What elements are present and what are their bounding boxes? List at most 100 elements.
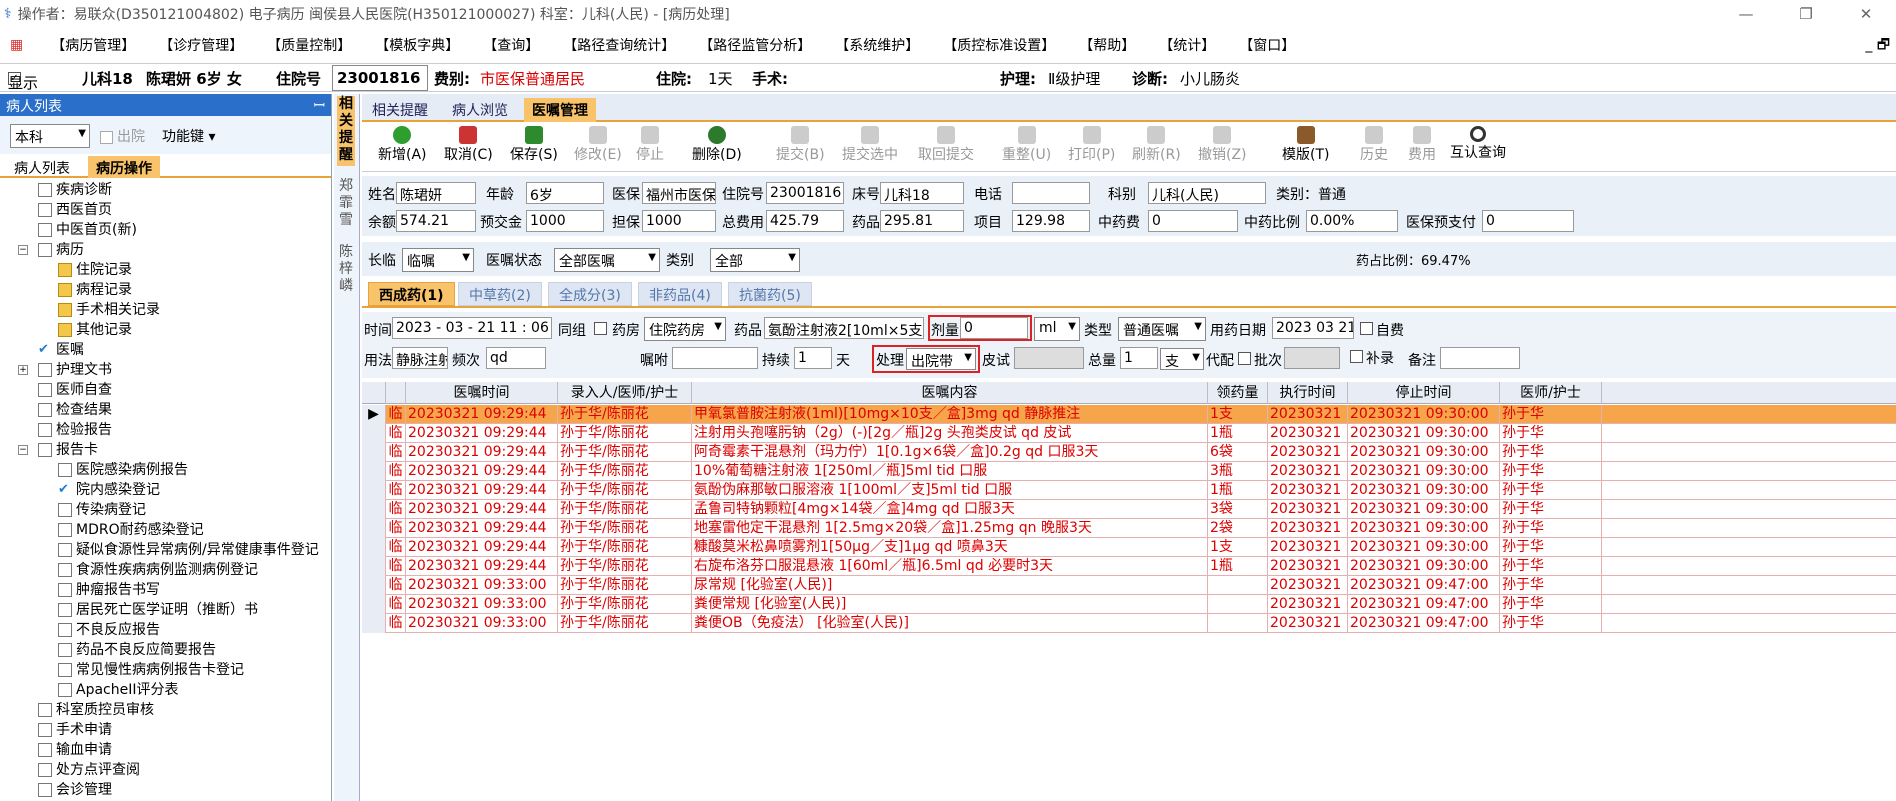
usage-input[interactable]: 静脉注射	[392, 347, 448, 369]
table-row[interactable]: 临 20230321 09:29:44 孙于华/陈丽花 右旋布洛芬口服混悬液 1[60…	[362, 557, 1896, 576]
tree-item[interactable]: 不良反应报告	[58, 620, 160, 640]
tab-patient-browse[interactable]: 病人浏览	[444, 98, 516, 122]
tree-expander[interactable]: −	[18, 445, 28, 455]
tab-order-mgmt[interactable]: 医嘱管理	[524, 98, 596, 122]
dose-input[interactable]: 0	[960, 317, 1028, 339]
tab-western-drug[interactable]: 西成药(1)	[368, 282, 455, 306]
add-button[interactable]: 新增(A)	[378, 126, 427, 164]
dept-select[interactable]: 本科 ▼	[10, 124, 90, 148]
header-exec-time[interactable]: 执行时间	[1268, 382, 1348, 404]
table-row[interactable]: 临 20230321 09:29:44 孙于华/陈丽花 注射用头孢噻肟钠（2g）(-)…	[362, 424, 1896, 443]
order-type-select[interactable]: 普通医嘱 ▼	[1118, 317, 1206, 341]
header-doctor-nurse[interactable]: 医师/护士	[1500, 382, 1602, 404]
tree-item[interactable]: 病历	[38, 240, 84, 260]
stop-button[interactable]: 停止	[636, 126, 664, 164]
table-row[interactable]: 临 20230321 09:29:44 孙于华/陈丽花 氨酚伪麻那敏口服溶液 1[10…	[362, 481, 1896, 500]
menu-treatment-mgmt[interactable]: 【诊疗管理】	[149, 35, 253, 55]
discharge-checkbox[interactable]: 出院	[100, 126, 145, 146]
instruction-input[interactable]	[672, 347, 758, 369]
edit-button[interactable]: 修改(E)	[574, 126, 622, 164]
tree-item[interactable]: ✔ 医嘱	[38, 340, 84, 360]
table-row[interactable]: 临 20230321 09:29:44 孙于华/陈丽花 孟鲁司特钠颗粒[4mg×14袋…	[362, 500, 1896, 519]
tree-item[interactable]: 食源性疾病病例监测病例登记	[58, 560, 258, 580]
menu-help[interactable]: 【帮助】	[1069, 35, 1145, 55]
quantity-unit-select[interactable]: 支 ▼	[1160, 348, 1204, 370]
tree-item[interactable]: 护理文书	[38, 360, 112, 380]
tree-item[interactable]: 其他记录	[58, 320, 132, 340]
long-temp-select[interactable]: 临嘱 ▼	[402, 248, 474, 272]
group-checkbox[interactable]	[594, 322, 607, 335]
tree-item[interactable]: 科室质控员审核	[38, 700, 154, 720]
table-row[interactable]: 临 20230321 09:29:44 孙于华/陈丽花 糠酸莫米松鼻喷雾剂1[50μg…	[362, 538, 1896, 557]
table-row[interactable]: 临 20230321 09:33:00 孙于华/陈丽花 尿常规 [化验室(人民)] 20…	[362, 576, 1896, 595]
category-select[interactable]: 全部 ▼	[710, 248, 800, 272]
tree-item[interactable]: 病程记录	[58, 280, 132, 300]
table-row[interactable]: ▶ 临 20230321 09:29:44 孙于华/陈丽花 甲氧氯普胺注射液(1ml)[…	[362, 405, 1896, 424]
tree-item[interactable]: 住院记录	[58, 260, 132, 280]
restore-button[interactable]: ❐	[1776, 0, 1836, 28]
header-stop-time[interactable]: 停止时间	[1348, 382, 1500, 404]
tree-item[interactable]: 手术申请	[38, 720, 112, 740]
reorganize-button[interactable]: 重整(U)	[1002, 126, 1051, 164]
header-dispense-qty[interactable]: 领药量	[1208, 382, 1268, 404]
self-pay-checkbox[interactable]	[1360, 322, 1373, 335]
tree-item[interactable]: ✔ 院内感染登记	[58, 480, 160, 500]
tree-item[interactable]: 检验报告	[38, 420, 112, 440]
menu-quality-control[interactable]: 【质量控制】	[257, 35, 361, 55]
tree-item[interactable]: 中医首页(新)	[38, 220, 137, 240]
batch-field[interactable]	[1284, 347, 1340, 369]
tree-item[interactable]: 输血申请	[38, 740, 112, 760]
submit-button[interactable]: 提交(B)	[776, 126, 825, 164]
tree-item[interactable]: 传染病登记	[58, 500, 146, 520]
tree-item[interactable]: 居民死亡医学证明（推断）书	[58, 600, 258, 620]
dose-unit-select[interactable]: ml ▼	[1034, 317, 1080, 341]
remark-input[interactable]	[1440, 347, 1520, 369]
header-entered-by[interactable]: 录入人/医师/护士	[558, 382, 692, 404]
process-select[interactable]: 出院带 ▼	[906, 348, 976, 370]
tree-item[interactable]: 处方点评查阅	[38, 760, 140, 780]
tab-patient-list[interactable]: 病人列表	[6, 156, 78, 178]
tree-item[interactable]: 会诊管理	[38, 780, 112, 800]
save-button[interactable]: 保存(S)	[510, 126, 558, 164]
quantity-input[interactable]: 1	[1120, 347, 1158, 369]
duration-stepper[interactable]: 1	[794, 347, 832, 369]
print-button[interactable]: 打印(P)	[1068, 126, 1115, 164]
med-date-field[interactable]: 2023 03 21	[1272, 317, 1354, 339]
tree-item[interactable]: 手术相关记录	[58, 300, 160, 320]
menu-query[interactable]: 【查询】	[473, 35, 549, 55]
header-order-time[interactable]: 医嘱时间	[406, 382, 558, 404]
menu-qc-standard[interactable]: 【质控标准设置】	[933, 35, 1065, 55]
order-status-select[interactable]: 全部医嘱 ▼	[554, 248, 660, 272]
delete-button[interactable]: 删除(D)	[692, 126, 742, 164]
tab-non-drug[interactable]: 非药品(4)	[638, 282, 722, 306]
tab-record-ops[interactable]: 病历操作	[88, 156, 160, 178]
minimize-button[interactable]: —	[1716, 0, 1776, 28]
cancel-button[interactable]: 取消(C)	[444, 126, 493, 164]
refresh-button[interactable]: 刷新(R)	[1132, 126, 1181, 164]
time-field[interactable]: 2023 - 03 - 21 11 : 06	[392, 317, 552, 339]
menu-window[interactable]: 【窗口】	[1229, 35, 1305, 55]
header-order-content[interactable]: 医嘱内容	[692, 382, 1208, 404]
tab-herbal-drug[interactable]: 中草药(2)	[458, 282, 542, 306]
tab-reminders[interactable]: 相关提醒	[364, 98, 436, 122]
drug-input[interactable]: 氨酚注射液2[10ml×5支／盒]	[764, 317, 924, 339]
history-button[interactable]: 历史	[1360, 126, 1388, 164]
table-row[interactable]: 临 20230321 09:29:44 孙于华/陈丽花 10%葡萄糖注射液 1[250…	[362, 462, 1896, 481]
vtab-patient-1[interactable]: 郑霏雪	[337, 178, 355, 234]
tab-antibacterial[interactable]: 抗菌药(5)	[728, 282, 812, 306]
menu-system-maintenance[interactable]: 【系统维护】	[825, 35, 929, 55]
tree-expander[interactable]: −	[18, 245, 28, 255]
fee-button[interactable]: 费用	[1408, 126, 1436, 164]
tab-full-ingredient[interactable]: 全成分(3)	[548, 282, 632, 306]
supplement-checkbox[interactable]	[1350, 350, 1363, 363]
function-key-dropdown[interactable]: 功能键 ▾	[162, 126, 215, 146]
pharmacy-select[interactable]: 住院药房 ▼	[644, 317, 726, 341]
skin-test-field[interactable]	[1014, 347, 1084, 369]
revoke-button[interactable]: 撤销(Z)	[1198, 126, 1247, 164]
tree-item[interactable]: 常见慢性病病例报告卡登记	[58, 660, 244, 680]
tree-item[interactable]: 疾病诊断	[38, 180, 112, 200]
table-row[interactable]: 临 20230321 09:33:00 孙于华/陈丽花 粪便OB（免疫法） [化验室(…	[362, 614, 1896, 633]
tree-item[interactable]: 检查结果	[38, 400, 112, 420]
frequency-input[interactable]: qd	[486, 347, 546, 369]
retrieve-submit-button[interactable]: 取回提交	[918, 126, 974, 164]
